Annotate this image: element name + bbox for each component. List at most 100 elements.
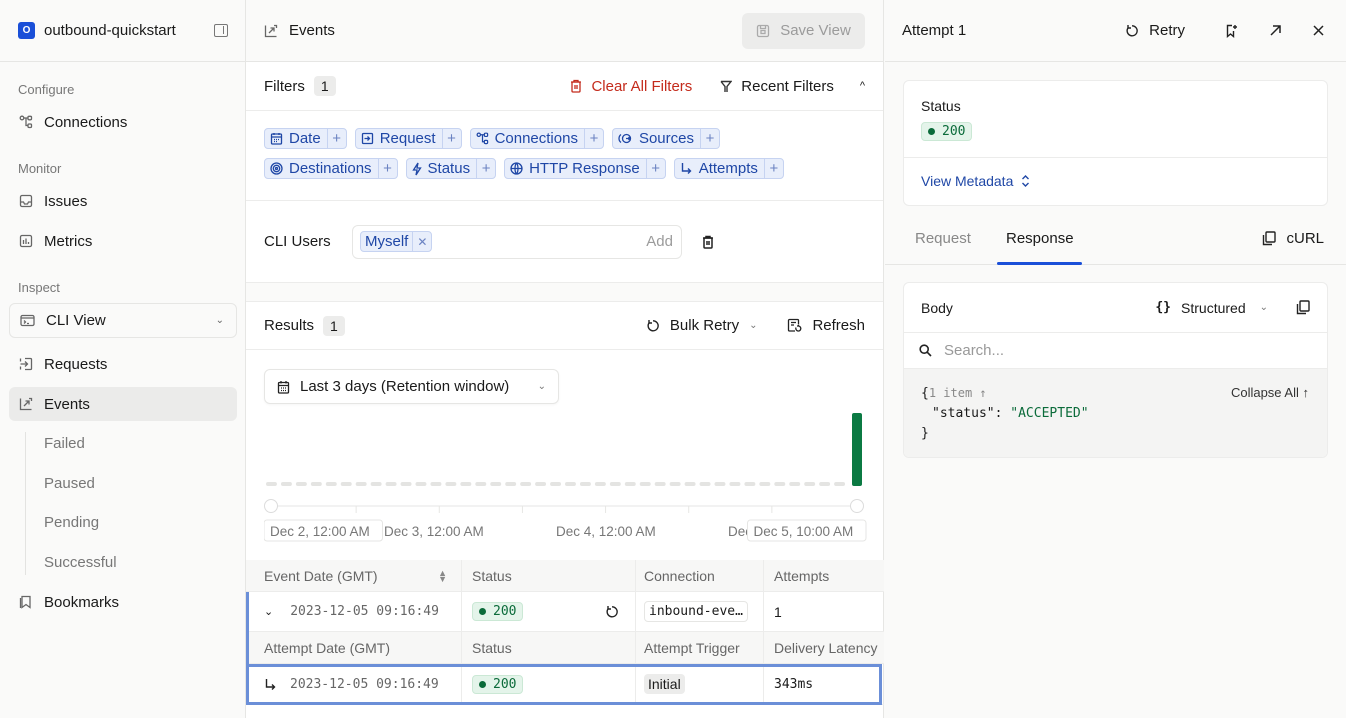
histogram-bar[interactable] <box>609 482 621 486</box>
histogram-bar[interactable] <box>714 482 726 486</box>
histogram-bar[interactable] <box>804 482 816 486</box>
collapse-filters-icon[interactable]: ^ <box>860 80 865 92</box>
histogram-bar[interactable] <box>774 482 786 486</box>
histogram-bar[interactable] <box>430 482 442 486</box>
histogram-bar[interactable] <box>699 482 711 486</box>
sidebar-item-bookmarks[interactable]: Bookmarks <box>9 585 237 619</box>
histogram-bar[interactable] <box>669 482 681 486</box>
open-external-icon[interactable] <box>1269 24 1285 37</box>
remove-user-icon[interactable]: ✕ <box>412 232 431 251</box>
histogram-bar[interactable] <box>505 482 517 486</box>
bookmark-add-icon[interactable] <box>1225 24 1241 38</box>
chevron-down-icon[interactable]: ⌄ <box>264 605 273 618</box>
recent-filters-button[interactable]: Recent Filters <box>720 78 834 95</box>
close-icon[interactable] <box>1313 25 1329 36</box>
histogram-bar[interactable] <box>460 482 472 486</box>
histogram-bar[interactable] <box>654 482 666 486</box>
collapse-sidebar-icon[interactable] <box>214 24 228 37</box>
histogram-bar[interactable] <box>624 482 636 486</box>
filter-chip-connections[interactable]: Connections + <box>469 128 604 149</box>
histogram-bar[interactable] <box>579 482 591 486</box>
copy-curl-button[interactable]: cURL <box>1262 230 1324 247</box>
sidebar-subitem-pending[interactable]: Pending <box>44 514 99 531</box>
sidebar-subitem-paused[interactable]: Paused <box>44 475 95 492</box>
filter-chip-request[interactable]: Request + <box>354 128 462 149</box>
histogram-bar[interactable] <box>370 482 382 486</box>
histogram-bar[interactable] <box>295 482 307 486</box>
view-metadata-toggle[interactable]: View Metadata <box>921 173 1030 189</box>
histogram-bar[interactable] <box>385 482 397 486</box>
histogram-bar[interactable] <box>834 482 846 486</box>
filter-chip-attempts[interactable]: Attempts + <box>673 158 784 179</box>
histogram-bar[interactable] <box>729 482 741 486</box>
histogram-bar[interactable] <box>520 482 532 486</box>
histogram-bar[interactable] <box>266 482 277 486</box>
sidebar-item-metrics[interactable]: Metrics <box>9 224 237 258</box>
add-filter-icon[interactable]: + <box>377 159 397 178</box>
add-filter-icon[interactable]: + <box>763 159 783 178</box>
sort-icon[interactable]: ▲ ▼ <box>438 568 447 583</box>
cli-view-select[interactable]: CLI View ⌄ <box>9 303 237 338</box>
add-user-placeholder[interactable]: Add <box>646 233 673 250</box>
histogram-bar[interactable] <box>819 482 831 486</box>
tab-response[interactable]: Response <box>1006 230 1074 247</box>
histogram-bar[interactable] <box>280 482 292 486</box>
add-filter-icon[interactable]: + <box>326 129 346 148</box>
copy-icon[interactable] <box>1296 300 1310 315</box>
range-start-handle[interactable] <box>264 499 278 513</box>
histogram-bar[interactable] <box>639 482 651 486</box>
save-view-button[interactable]: Save View <box>742 12 865 49</box>
sidebar-item-connections[interactable]: Connections <box>9 105 237 139</box>
histogram-bar[interactable] <box>594 482 606 486</box>
clear-all-filters-button[interactable]: Clear All Filters <box>570 78 692 95</box>
sidebar-item-requests[interactable]: Requests <box>9 347 237 381</box>
refresh-button[interactable]: Refresh <box>787 317 865 334</box>
histogram-bar[interactable] <box>684 482 696 486</box>
body-search-input[interactable] <box>944 342 1284 359</box>
histogram-bar[interactable] <box>744 482 756 486</box>
histogram-bar[interactable] <box>759 482 771 486</box>
json-item-count[interactable]: 1 item ↑ <box>929 386 987 400</box>
retry-icon[interactable] <box>605 605 619 619</box>
cli-users-input[interactable]: Myself ✕ Add <box>352 224 682 259</box>
histogram-bar[interactable] <box>340 482 352 486</box>
bulk-retry-button[interactable]: Bulk Retry ⌄ <box>646 317 757 334</box>
sidebar-subitem-successful[interactable]: Successful <box>44 554 117 571</box>
histogram-bar[interactable] <box>400 482 412 486</box>
add-filter-icon[interactable]: + <box>645 159 665 178</box>
histogram-bar[interactable] <box>310 482 322 486</box>
sidebar-item-issues[interactable]: Issues <box>9 184 237 218</box>
sidebar-item-events[interactable]: Events <box>9 387 237 421</box>
histogram-bar[interactable] <box>475 482 487 486</box>
attempt-row[interactable]: 2023-12-05 09:16:49 200 Initial 343ms <box>246 664 884 705</box>
date-range-select[interactable]: Last 3 days (Retention window) ⌄ <box>264 369 559 404</box>
sidebar-subitem-failed[interactable]: Failed <box>44 435 85 452</box>
filter-chip-date[interactable]: Date + <box>264 128 347 149</box>
tab-request[interactable]: Request <box>915 230 971 247</box>
filter-chip-sources[interactable]: Sources + <box>611 128 720 149</box>
histogram-bar[interactable] <box>565 482 576 486</box>
retry-button[interactable]: Retry <box>1125 22 1185 39</box>
histogram-bar[interactable] <box>789 482 801 486</box>
range-end-handle[interactable] <box>850 499 864 513</box>
format-select[interactable]: {} Structured ⌄ <box>1155 300 1268 316</box>
add-filter-icon[interactable]: + <box>476 159 495 178</box>
collapse-all-button[interactable]: Collapse All ↑ <box>1231 383 1309 403</box>
histogram-bar[interactable] <box>355 482 367 486</box>
histogram-bar[interactable] <box>445 482 457 486</box>
connection-pill[interactable]: inbound-eve… <box>644 601 748 622</box>
histogram-bar[interactable] <box>490 482 502 486</box>
filter-chip-status[interactable]: Status + <box>405 158 497 179</box>
org-name[interactable]: outbound-quickstart <box>44 22 214 39</box>
histogram-bar[interactable] <box>535 482 547 486</box>
histogram-bar[interactable] <box>550 482 561 486</box>
trash-icon[interactable] <box>702 235 714 249</box>
add-filter-icon[interactable]: + <box>699 129 719 148</box>
histogram-bar[interactable] <box>415 482 427 486</box>
col-header-event-date[interactable]: Event Date (GMT) ▲ ▼ <box>246 560 462 591</box>
add-filter-icon[interactable]: + <box>583 129 603 148</box>
filter-chip-destinations[interactable]: Destinations + <box>264 158 398 179</box>
table-row[interactable]: ⌄ 2023-12-05 09:16:49 200 inbound-eve… 1 <box>246 592 884 632</box>
histogram-bar[interactable] <box>852 413 862 486</box>
histogram-bar[interactable] <box>325 482 337 486</box>
